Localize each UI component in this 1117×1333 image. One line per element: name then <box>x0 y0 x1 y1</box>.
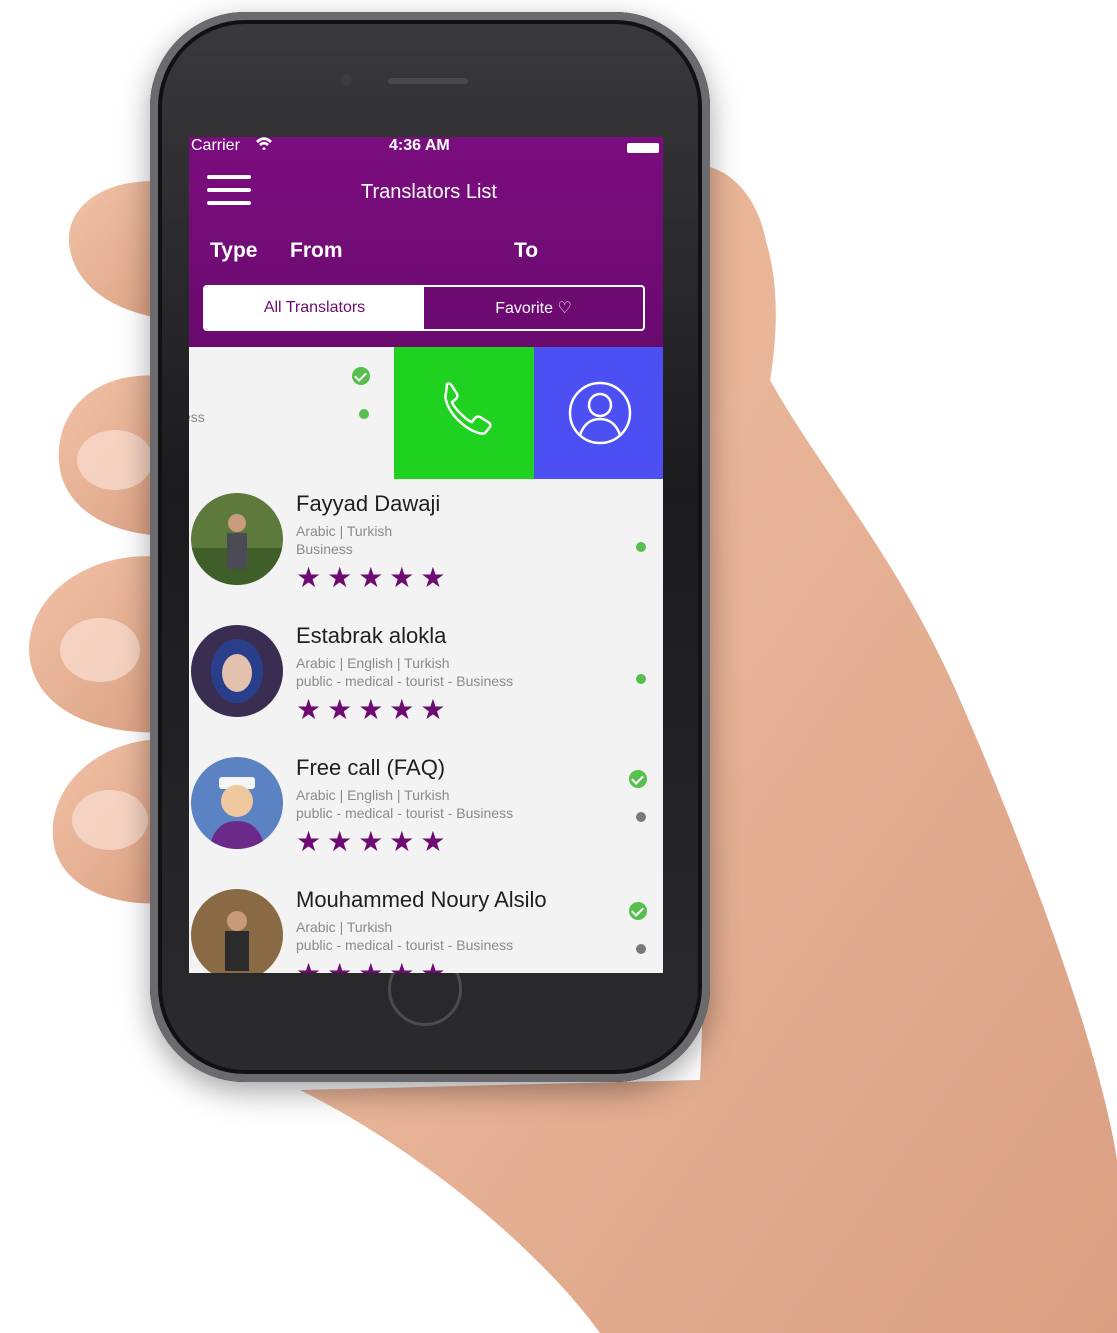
online-status-dot <box>636 542 646 552</box>
list-item-translator[interactable]: Estabrak alokla Arabic | English | Turki… <box>189 611 663 743</box>
translator-languages: Arabic | English | Turkish <box>296 787 450 803</box>
translator-name: Estabrak alokla <box>296 623 447 648</box>
verified-icon <box>629 902 647 920</box>
profile-button[interactable] <box>534 347 663 479</box>
offline-status-dot <box>636 944 646 954</box>
call-button[interactable] <box>394 347 534 479</box>
battery-icon <box>627 143 659 153</box>
front-camera <box>340 74 352 86</box>
translator-fields: public - medical - tourist - Business <box>296 937 514 953</box>
user-icon <box>568 381 632 445</box>
translator-fields: Business <box>296 541 353 557</box>
avatar <box>191 625 283 717</box>
app-screen: Carrier 4:36 AM Translators List Type Fr… <box>189 137 663 973</box>
rating-stars: ★★★★★ <box>296 562 452 593</box>
translator-fields: public - medical - tourist - Business <box>296 805 514 821</box>
avatar <box>191 889 283 973</box>
truncated-field-text: ess <box>189 409 205 425</box>
page-title: Translators List <box>361 181 497 203</box>
online-status-dot <box>359 409 369 419</box>
translator-name: Mouhammed Noury Alsilo <box>296 887 547 912</box>
online-status-dot <box>636 674 646 684</box>
list-item-translator[interactable]: Mouhammed Noury Alsilo Arabic | Turkish … <box>189 875 663 973</box>
tab-favorite[interactable]: Favorite ♡ <box>424 287 643 329</box>
translator-languages: Arabic | Turkish <box>296 919 393 935</box>
app-header: Carrier 4:36 AM Translators List Type Fr… <box>189 137 663 347</box>
list-item-translator[interactable]: Free call (FAQ) Arabic | English | Turki… <box>189 743 663 875</box>
translator-languages: Arabic | Turkish <box>296 523 393 539</box>
status-time: 4:36 AM <box>389 137 450 154</box>
earpiece-speaker <box>388 78 468 84</box>
hamburger-icon[interactable] <box>207 175 251 209</box>
translator-name: Fayyad Dawaji <box>296 491 441 516</box>
verified-icon <box>352 367 370 385</box>
list-item-translator[interactable]: Fayyad Dawaji Arabic | Turkish Business … <box>189 479 663 611</box>
status-bar: Carrier 4:36 AM <box>189 137 663 159</box>
avatar <box>191 493 283 585</box>
swiped-list-item[interactable]: ess <box>189 347 663 479</box>
phone-icon <box>444 382 492 435</box>
wifi-icon <box>255 137 273 153</box>
filter-to[interactable]: To <box>514 239 538 263</box>
filter-type[interactable]: Type <box>210 239 257 263</box>
translator-languages: Arabic | English | Turkish <box>296 655 450 671</box>
tab-all-translators[interactable]: All Translators <box>205 287 424 329</box>
rating-stars: ★★★★★ <box>296 826 452 857</box>
carrier-label: Carrier <box>191 137 240 154</box>
avatar <box>191 757 283 849</box>
translator-name: Free call (FAQ) <box>296 755 446 780</box>
filter-from[interactable]: From <box>290 239 343 263</box>
segmented-control: All Translators Favorite ♡ <box>203 285 645 331</box>
rating-stars: ★★★★★ <box>296 694 452 725</box>
verified-icon <box>629 770 647 788</box>
translator-fields: public - medical - tourist - Business <box>296 673 514 689</box>
rating-stars: ★★★★★ <box>296 957 452 973</box>
offline-status-dot <box>636 812 646 822</box>
